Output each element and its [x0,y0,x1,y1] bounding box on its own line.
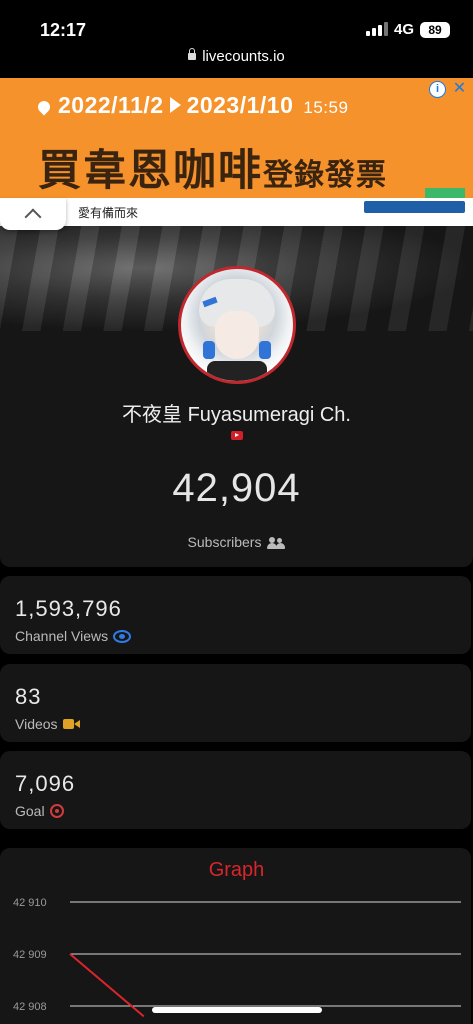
battery-icon: 89 [420,22,450,38]
ad-date-line: 2022/11/2 2023/1/10 15:59 [35,92,349,119]
ad-time: 15:59 [303,98,349,117]
status-bar: 12:17 4G 89 [0,0,473,48]
ad-strip-button[interactable] [364,201,465,213]
eye-icon [113,629,132,643]
goal-label-text: Goal [15,803,45,819]
target-icon [49,804,64,819]
stat-card-videos: 83 Videos [0,664,471,742]
subscribers-label-text: Subscribers [187,534,262,550]
graph-title: Graph [208,859,265,881]
videos-label-text: Videos [15,716,58,732]
videos-label: Videos [15,716,80,732]
ad-strip[interactable]: 愛有備而來 [0,188,473,226]
ad-headline: 買韋恩咖啡登錄發票 [38,136,387,198]
home-indicator[interactable] [152,1007,322,1013]
stat-card-views: 1,593,796 Channel Views [0,576,471,654]
ad-strip-text: 愛有備而來 [78,206,139,220]
ad-close-icon[interactable]: ✕ [452,81,467,97]
status-time: 12:17 [40,20,87,40]
location-pin-icon [35,98,53,116]
network-type: 4G [394,21,415,38]
series-line [69,953,145,1018]
views-label-text: Channel Views [15,628,109,644]
videos-value: 83 [15,684,42,709]
signal-icon [366,22,388,36]
ad-date-to: 2023/1/10 [186,92,294,118]
address-bar[interactable]: livecounts.io [0,48,473,76]
ad-banner[interactable]: 2022/11/2 2023/1/10 15:59 買韋恩咖啡登錄發票 i ✕ [0,78,473,198]
channel-avatar [178,266,296,384]
y-tick-label: 42 908 [13,1001,47,1013]
ad-headline-main: 買韋恩咖啡 [38,147,263,195]
ad-info-icon[interactable]: i [429,81,446,98]
stat-card-goal: 7,096 Goal [0,751,471,829]
people-icon [267,537,286,550]
lock-icon [188,48,197,60]
channel-name: 不夜皇 Fuyasumeragi Ch. [122,404,351,426]
ad-controls: i ✕ [429,81,467,98]
play-arrow-icon [169,97,181,113]
y-tick-label: 42 910 [13,897,47,909]
url-text: livecounts.io [202,48,285,65]
video-camera-icon [62,719,80,730]
y-tick-label: 42 909 [13,949,47,961]
ad-date-from: 2022/11/2 [58,92,164,118]
youtube-icon[interactable] [231,431,243,440]
views-value: 1,593,796 [15,596,122,621]
goal-value: 7,096 [15,771,76,796]
subscribers-label: Subscribers [0,534,473,550]
goal-label: Goal [15,803,64,819]
views-label: Channel Views [15,628,132,644]
ad-collapse-button[interactable] [0,198,66,230]
ad-headline-sub: 登錄發票 [263,159,387,192]
subscriber-count: 42,904 [172,466,301,510]
chevron-up-icon [24,208,42,226]
ad-strip-accent [425,188,465,198]
